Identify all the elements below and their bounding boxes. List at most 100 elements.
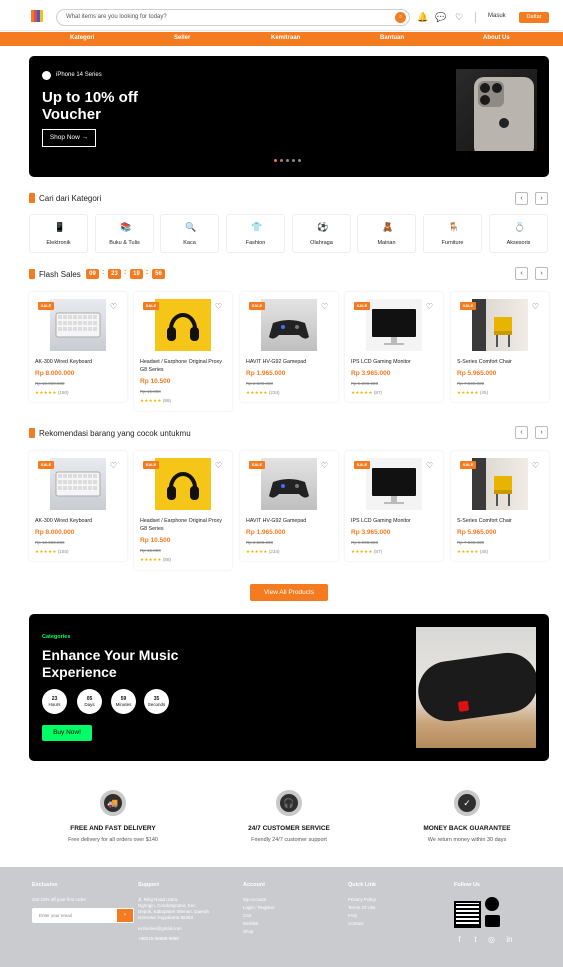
rating-count: (87) (373, 549, 382, 554)
categories-title: Cari dari Kategori (39, 194, 102, 203)
carousel-dot[interactable] (286, 159, 289, 162)
search-bar[interactable]: What items are you looking for today? ⌕ (56, 9, 410, 26)
next-arrow-icon[interactable]: › (535, 192, 548, 205)
heart-icon[interactable]: ♡ (453, 11, 465, 23)
product-name[interactable]: AK-300 Wired Keyboard (35, 358, 121, 366)
monitor-image (366, 458, 422, 510)
wishlist-heart-icon[interactable]: ♡ (321, 461, 328, 470)
product-card[interactable]: SALE ♡ Headset / Earphone Original Proxy G… (134, 292, 232, 411)
support-phone[interactable]: +88015-88888-9999 (138, 936, 179, 942)
next-arrow-icon[interactable]: › (535, 267, 548, 280)
countdown-unit: Seconds (147, 702, 166, 707)
product-card[interactable]: SALE ♡ HAVIT HV-G92 Gamepad Rp 1.965.000 Rp … (240, 451, 338, 561)
send-icon[interactable]: › (117, 909, 133, 922)
wishlist-heart-icon[interactable]: ♡ (110, 461, 117, 470)
product-name[interactable]: HAVIT HV-G92 Gamepad (246, 517, 332, 525)
product-card[interactable]: SALE ♡ IPS LCD Gaming Monitor Rp 3.965.000 R… (345, 451, 443, 561)
account-link[interactable]: Login / Register (243, 905, 275, 911)
prev-arrow-icon[interactable]: ‹ (515, 192, 528, 205)
rating-count: (45) (479, 390, 488, 395)
wishlist-heart-icon[interactable]: ♡ (532, 302, 539, 311)
category-card[interactable]: ⚽ Olahraga (292, 214, 351, 253)
product-card[interactable]: SALE ♡ AK-300 Wired Keyboard Rp 8.000.000 Rp… (29, 292, 127, 402)
product-name[interactable]: AK-300 Wired Keyboard (35, 517, 121, 525)
hero-banner[interactable]: iPhone 14 Series Up to 10% off Voucher S… (29, 56, 549, 177)
twitter-icon[interactable]: t (470, 935, 481, 945)
qr-code-icon (454, 901, 481, 928)
product-name[interactable]: IPS LCD Gaming Monitor (351, 358, 437, 366)
quick-link[interactable]: Privacy Policy (348, 897, 376, 903)
search-icon[interactable]: ⌕ (395, 12, 406, 23)
keyboard-image (50, 458, 106, 510)
product-price: Rp 1.965.000 (246, 529, 286, 536)
view-all-button[interactable]: View All Products (250, 584, 328, 601)
service-subtitle: We return money within 30 days (427, 837, 507, 843)
carousel-dot[interactable] (292, 159, 295, 162)
carousel-dot[interactable] (274, 159, 277, 162)
product-card[interactable]: SALE ♡ S-Series Comfort Chair Rp 5.965.000 R… (451, 451, 549, 561)
account-link[interactable]: Wishlist (243, 921, 259, 927)
quick-link[interactable]: Contact (348, 921, 364, 927)
category-card[interactable]: 👕 Fashion (226, 214, 285, 253)
product-name[interactable]: IPS LCD Gaming Monitor (351, 517, 437, 525)
carousel-dot[interactable] (298, 159, 301, 162)
newsletter-email-field[interactable]: Enter your email › (32, 908, 134, 923)
login-button[interactable]: Masuk (488, 13, 506, 19)
account-link[interactable]: My Account (243, 897, 266, 903)
wishlist-heart-icon[interactable]: ♡ (110, 302, 117, 311)
bell-icon[interactable]: 🔔 (417, 11, 429, 23)
chat-icon[interactable]: 💬 (435, 11, 447, 23)
category-card[interactable]: 🧸 Mainan (357, 214, 416, 253)
product-old-price: Rp 7.000.000 (457, 381, 485, 386)
wishlist-heart-icon[interactable]: ♡ (426, 461, 433, 470)
category-card[interactable]: 📱 Elektronik (29, 214, 88, 253)
linkedin-icon[interactable]: in (504, 935, 515, 945)
quick-link[interactable]: Terms Of Use (348, 905, 376, 911)
wishlist-heart-icon[interactable]: ♡ (426, 302, 433, 311)
rating-stars: ★★★★★ (35, 390, 57, 395)
product-card[interactable]: SALE ♡ Headset / Earphone Original Proxy G… (134, 451, 232, 570)
wishlist-heart-icon[interactable]: ♡ (532, 461, 539, 470)
product-card[interactable]: SALE ♡ IPS LCD Gaming Monitor Rp 3.965.000 R… (345, 292, 443, 402)
app-store-icon[interactable] (485, 897, 499, 911)
product-card[interactable]: SALE ♡ HAVIT HV-G92 Gamepad Rp 1.965.000 Rp … (240, 292, 338, 402)
category-card[interactable]: 📚 Buku & Tulis (95, 214, 154, 253)
register-button[interactable]: Daftar (519, 12, 549, 23)
carousel-dot[interactable] (280, 159, 283, 162)
support-email[interactable]: exclusive@gmail.com (138, 926, 182, 932)
nav-item-about[interactable]: About Us (483, 35, 510, 41)
facebook-icon[interactable]: f (454, 935, 465, 945)
countdown-value: 35 (153, 696, 160, 702)
nav-item-kemitraan[interactable]: Kemitraan (271, 35, 300, 41)
search-input[interactable]: What items are you looking for today? (66, 14, 167, 20)
buy-now-button[interactable]: Buy Now! (42, 725, 92, 741)
logo[interactable] (31, 10, 43, 22)
sale-badge: SALE (354, 302, 370, 310)
prev-arrow-icon[interactable]: ‹ (515, 426, 528, 439)
shop-now-button[interactable]: Shop Now → (42, 129, 96, 147)
next-arrow-icon[interactable]: › (535, 426, 548, 439)
quick-link[interactable]: FAQ (348, 913, 357, 919)
category-card[interactable]: 💍 Aksesoris (489, 214, 548, 253)
category-card[interactable]: 🔍 Kaca (160, 214, 219, 253)
category-card[interactable]: 🪑 Furniture (423, 214, 482, 253)
product-name[interactable]: Headset / Earphone Original Proxy G8 Ser… (140, 517, 226, 533)
wishlist-heart-icon[interactable]: ♡ (321, 302, 328, 311)
product-name[interactable]: HAVIT HV-G92 Gamepad (246, 358, 332, 366)
nav-item-bantuan[interactable]: Bantuan (380, 35, 404, 41)
account-link[interactable]: Shop (243, 929, 254, 935)
product-name[interactable]: S-Series Comfort Chair (457, 358, 543, 366)
account-link[interactable]: Cart (243, 913, 252, 919)
product-name[interactable]: Headset / Earphone Original Proxy G8 Ser… (140, 358, 226, 374)
wishlist-heart-icon[interactable]: ♡ (215, 461, 222, 470)
apple-logo-icon (42, 71, 51, 80)
nav-item-seller[interactable]: Seller (174, 35, 190, 41)
nav-item-kategori[interactable]: Kategori (70, 35, 94, 41)
google-play-icon[interactable] (485, 915, 500, 927)
prev-arrow-icon[interactable]: ‹ (515, 267, 528, 280)
instagram-icon[interactable]: ◎ (486, 935, 497, 945)
product-card[interactable]: SALE ♡ S-Series Comfort Chair Rp 5.965.000 R… (451, 292, 549, 402)
wishlist-heart-icon[interactable]: ♡ (215, 302, 222, 311)
product-name[interactable]: S-Series Comfort Chair (457, 517, 543, 525)
product-card[interactable]: SALE ♡ AK-300 Wired Keyboard Rp 8.000.000 Rp… (29, 451, 127, 561)
